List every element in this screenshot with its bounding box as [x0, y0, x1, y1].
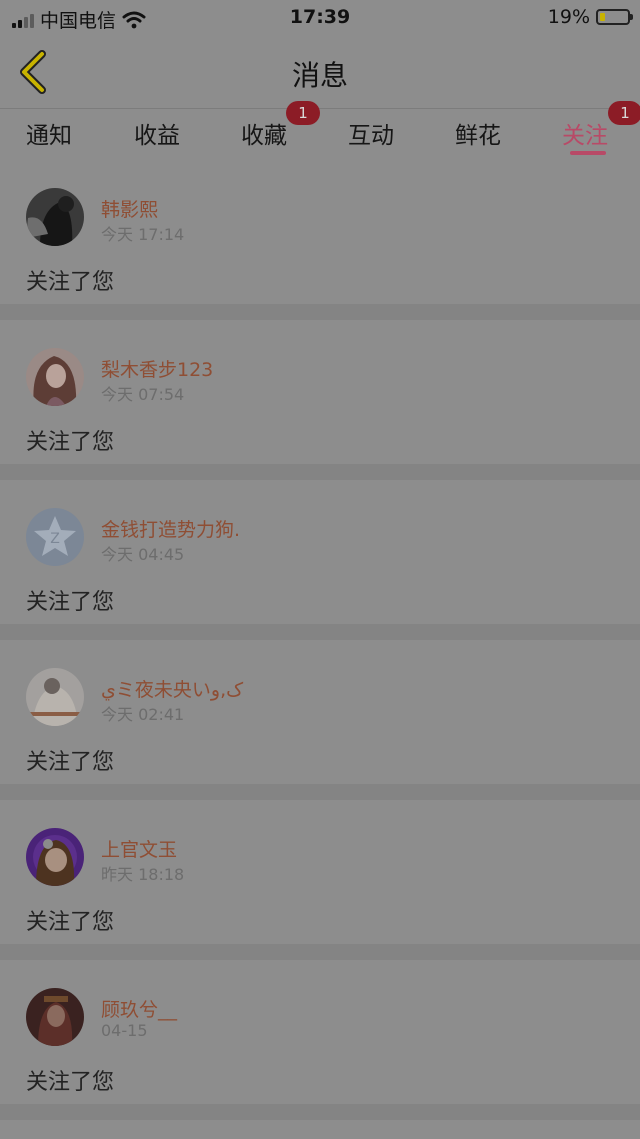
- timestamp: 今天 17:14: [101, 225, 185, 244]
- purple-anime-avatar[interactable]: [26, 828, 84, 886]
- username[interactable]: 梨木香步123: [101, 355, 213, 382]
- username[interactable]: ﻱミ夜未央いﮎ,ﻭ: [101, 675, 243, 702]
- status-bar: 中国电信 17:39 19%: [0, 0, 640, 36]
- tab-bar: 通知 收益 收藏 1 互动 鲜花 关注 1: [0, 101, 640, 158]
- follows-badge: 1: [608, 101, 640, 125]
- list-item[interactable]: 韩影熙 今天 17:14 关注了您: [0, 160, 640, 320]
- message-text: 关注了您: [26, 590, 115, 615]
- tab-notifications[interactable]: 通知: [26, 116, 72, 150]
- dark-photo-avatar[interactable]: [26, 188, 84, 246]
- battery-percent: 19%: [547, 6, 590, 28]
- username[interactable]: 韩影熙: [101, 195, 158, 222]
- divider: [0, 624, 640, 640]
- timestamp: 今天 04:45: [101, 545, 185, 564]
- message-text: 关注了您: [26, 910, 115, 935]
- message-text: 关注了您: [26, 270, 115, 295]
- message-text: 关注了您: [26, 1070, 115, 1095]
- anime-girl-avatar[interactable]: [26, 348, 84, 406]
- divider: [0, 944, 640, 960]
- timestamp: 04-15: [101, 1021, 148, 1040]
- username[interactable]: 金钱打造势力狗.: [101, 515, 240, 542]
- nav-bar: 消息: [0, 36, 640, 109]
- message-text: 关注了您: [26, 430, 115, 455]
- divider: [0, 304, 640, 320]
- username[interactable]: 顾玖兮__: [101, 995, 177, 1022]
- favorites-badge: 1: [286, 101, 320, 125]
- list-item[interactable]: Z 金钱打造势力狗. 今天 04:45 关注了您: [0, 480, 640, 640]
- page-title: 消息: [291, 59, 348, 92]
- list-item[interactable]: ﻱミ夜未央いﮎ,ﻭ 今天 02:41 关注了您: [0, 640, 640, 800]
- list-item[interactable]: 顾玖兮__ 04-15 关注了您: [0, 960, 640, 1120]
- tab-earnings[interactable]: 收益: [134, 116, 180, 150]
- tab-flowers[interactable]: 鲜花: [455, 116, 501, 150]
- status-time: 17:39: [289, 6, 351, 28]
- list-item[interactable]: 梨木香步123 今天 07:54 关注了您: [0, 320, 640, 480]
- timestamp: 昨天 18:18: [101, 865, 185, 884]
- divider: [0, 464, 640, 480]
- list-item[interactable]: 上官文玉 昨天 18:18 关注了您: [0, 800, 640, 960]
- tab-follows[interactable]: 关注: [562, 116, 608, 150]
- message-text: 关注了您: [26, 750, 115, 775]
- follow-list: 韩影熙 今天 17:14 关注了您 梨木香步123 今天 07:54 关注了您 …: [0, 160, 640, 1120]
- battery-icon: [596, 9, 633, 25]
- tab-favorites[interactable]: 收藏: [241, 116, 287, 150]
- default-star-avatar[interactable]: Z: [26, 508, 84, 566]
- timestamp: 今天 02:41: [101, 705, 185, 724]
- costume-photo-avatar[interactable]: [26, 988, 84, 1046]
- status-right: 19%: [547, 6, 633, 28]
- tab-interactions[interactable]: 互动: [348, 116, 394, 150]
- battery-fill: [600, 13, 605, 21]
- active-tab-indicator: [570, 151, 606, 155]
- username[interactable]: 上官文玉: [101, 835, 177, 862]
- svg-text:Z: Z: [50, 531, 60, 547]
- light-photo-avatar[interactable]: [26, 668, 84, 726]
- divider: [0, 1104, 640, 1120]
- timestamp: 今天 07:54: [101, 385, 185, 404]
- divider: [0, 784, 640, 800]
